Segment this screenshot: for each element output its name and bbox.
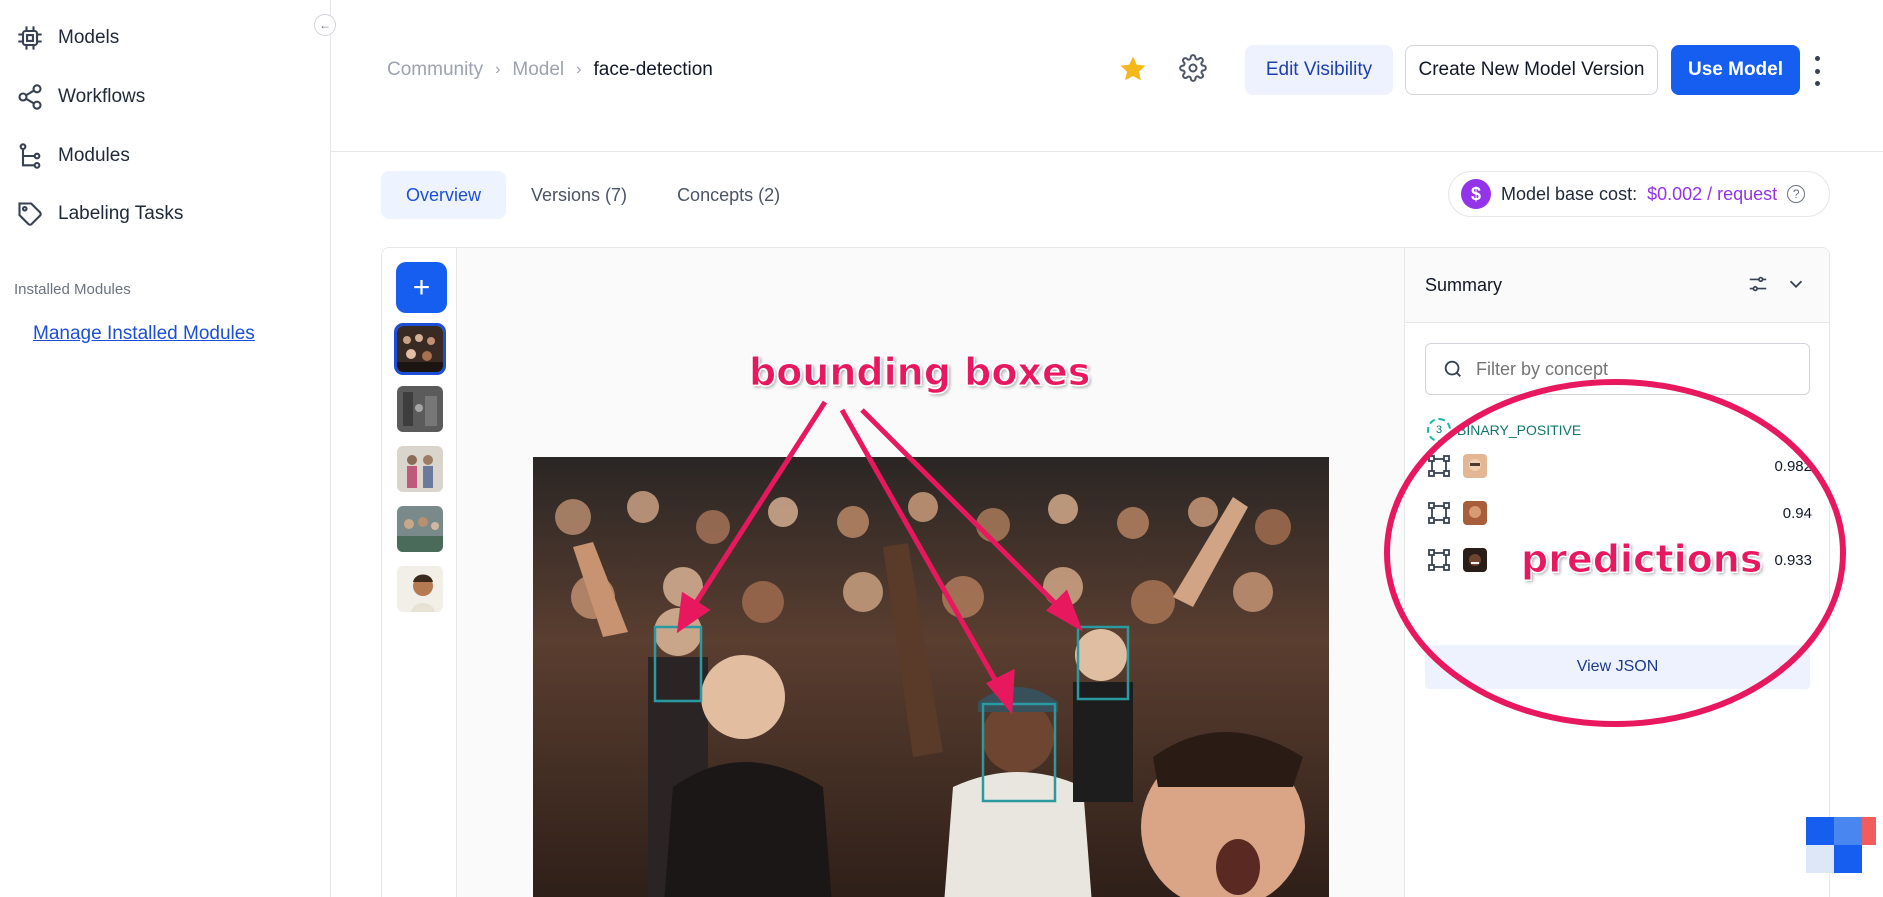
chevron-right-icon: › — [576, 61, 582, 78]
face-crop-thumbnail — [1463, 501, 1487, 525]
tab-versions[interactable]: Versions (7) — [506, 171, 652, 219]
page-header: Community › Model › face-detection Edit … — [331, 0, 1883, 152]
installed-modules-heading: Installed Modules — [14, 281, 131, 298]
sidebar-item-label: Workflows — [58, 86, 146, 107]
chevron-down-icon[interactable] — [1785, 273, 1807, 295]
sidebar-item-modules[interactable]: Modules — [16, 142, 130, 170]
concept-count-badge: 3 — [1427, 418, 1451, 442]
summary-controls — [1747, 273, 1807, 295]
chevron-right-icon: › — [495, 61, 501, 78]
summary-header: Summary — [1405, 248, 1829, 323]
filter-concept-input[interactable] — [1476, 358, 1796, 380]
image-viewer — [457, 248, 1404, 897]
sidebar-item-label: Labeling Tasks — [58, 203, 184, 224]
sliders-icon[interactable] — [1747, 273, 1769, 295]
tab-overview[interactable]: Overview — [381, 171, 507, 219]
use-model-button[interactable]: Use Model — [1671, 45, 1800, 95]
sidebar-item-label: Modules — [58, 145, 130, 166]
tab-concepts[interactable]: Concepts (2) — [652, 171, 805, 219]
group-thumbnail-image — [397, 506, 443, 552]
predictions-annotation: predictions — [1520, 537, 1763, 582]
gear-icon[interactable] — [1179, 54, 1207, 82]
sidebar: ← Models Workflows Modules Labeling Task… — [0, 0, 336, 897]
prediction-score: 0.982 — [1774, 457, 1812, 475]
face-crop-thumbnail — [1463, 454, 1487, 478]
prediction-score: 0.94 — [1782, 504, 1812, 522]
crowd-thumbnail-image — [397, 326, 443, 372]
more-options-icon[interactable] — [1807, 56, 1827, 86]
breadcrumb: Community › Model › face-detection — [387, 59, 713, 81]
create-model-version-button[interactable]: Create New Model Version — [1405, 45, 1658, 95]
filter-concept-field[interactable] — [1425, 343, 1810, 395]
sidebar-item-workflows[interactable]: Workflows — [16, 83, 145, 111]
search-icon — [1444, 360, 1461, 377]
bounding-box-icon — [1428, 502, 1450, 524]
share-nodes-icon — [18, 84, 42, 110]
dollar-icon: $ — [1461, 179, 1491, 209]
help-icon[interactable]: ? — [1787, 185, 1806, 203]
portrait-thumbnail-image — [397, 566, 443, 612]
sidebar-item-labeling-tasks[interactable]: Labeling Tasks — [16, 200, 183, 228]
tag-icon — [18, 202, 42, 226]
sidebar-item-label: Models — [58, 27, 120, 48]
brand-logo-icon — [1806, 817, 1876, 873]
model-cost-pill: $ Model base cost: $0.002 / request ? — [1448, 171, 1830, 217]
manage-installed-modules-link[interactable]: Manage Installed Modules — [33, 323, 255, 345]
summary-title: Summary — [1425, 274, 1503, 295]
chevron-left-icon: ← — [319, 18, 331, 32]
concert-crowd-image — [533, 457, 1329, 897]
cost-label: Model base cost: — [1501, 183, 1638, 204]
thumbnail-5[interactable] — [397, 566, 443, 612]
thumbnail-2[interactable] — [397, 386, 443, 432]
tab-bar: Overview Versions (7) Concepts (2) — [381, 171, 805, 219]
collapse-sidebar-button[interactable]: ← — [314, 14, 336, 36]
thumbnail-1[interactable] — [394, 323, 446, 375]
breadcrumb-community[interactable]: Community — [387, 59, 483, 81]
prediction-row[interactable]: 0.94 — [1427, 498, 1812, 528]
edit-visibility-button[interactable]: Edit Visibility — [1245, 45, 1393, 95]
breadcrumb-model[interactable]: Model — [512, 59, 564, 81]
add-input-button[interactable]: + — [396, 262, 447, 313]
prediction-row[interactable]: 0.982 — [1427, 451, 1812, 481]
cost-value: $0.002 / request — [1647, 183, 1778, 204]
thumbnail-4[interactable] — [397, 506, 443, 552]
people-thumbnail-image — [397, 446, 443, 492]
bounding-box-icon — [1428, 549, 1450, 571]
concept-name: BINARY_POSITIVE — [1457, 422, 1582, 438]
breadcrumb-current: face-detection — [593, 59, 713, 80]
bounding-boxes-annotation: bounding boxes — [748, 350, 1091, 395]
concept-group-label[interactable]: 3 BINARY_POSITIVE — [1427, 418, 1581, 442]
prediction-score: 0.933 — [1774, 551, 1812, 569]
street-thumbnail-image — [397, 386, 443, 432]
sidebar-item-models[interactable]: Models — [16, 24, 119, 52]
view-json-button[interactable]: View JSON — [1425, 645, 1810, 689]
chip-icon — [18, 26, 42, 50]
crowd-photo — [533, 457, 1329, 897]
face-crop-thumbnail — [1463, 548, 1487, 572]
star-icon[interactable] — [1118, 54, 1148, 84]
tree-branch-icon — [19, 143, 41, 169]
thumbnail-3[interactable] — [397, 446, 443, 492]
bounding-box-icon — [1428, 455, 1450, 477]
thumbnail-column: + — [382, 248, 457, 897]
